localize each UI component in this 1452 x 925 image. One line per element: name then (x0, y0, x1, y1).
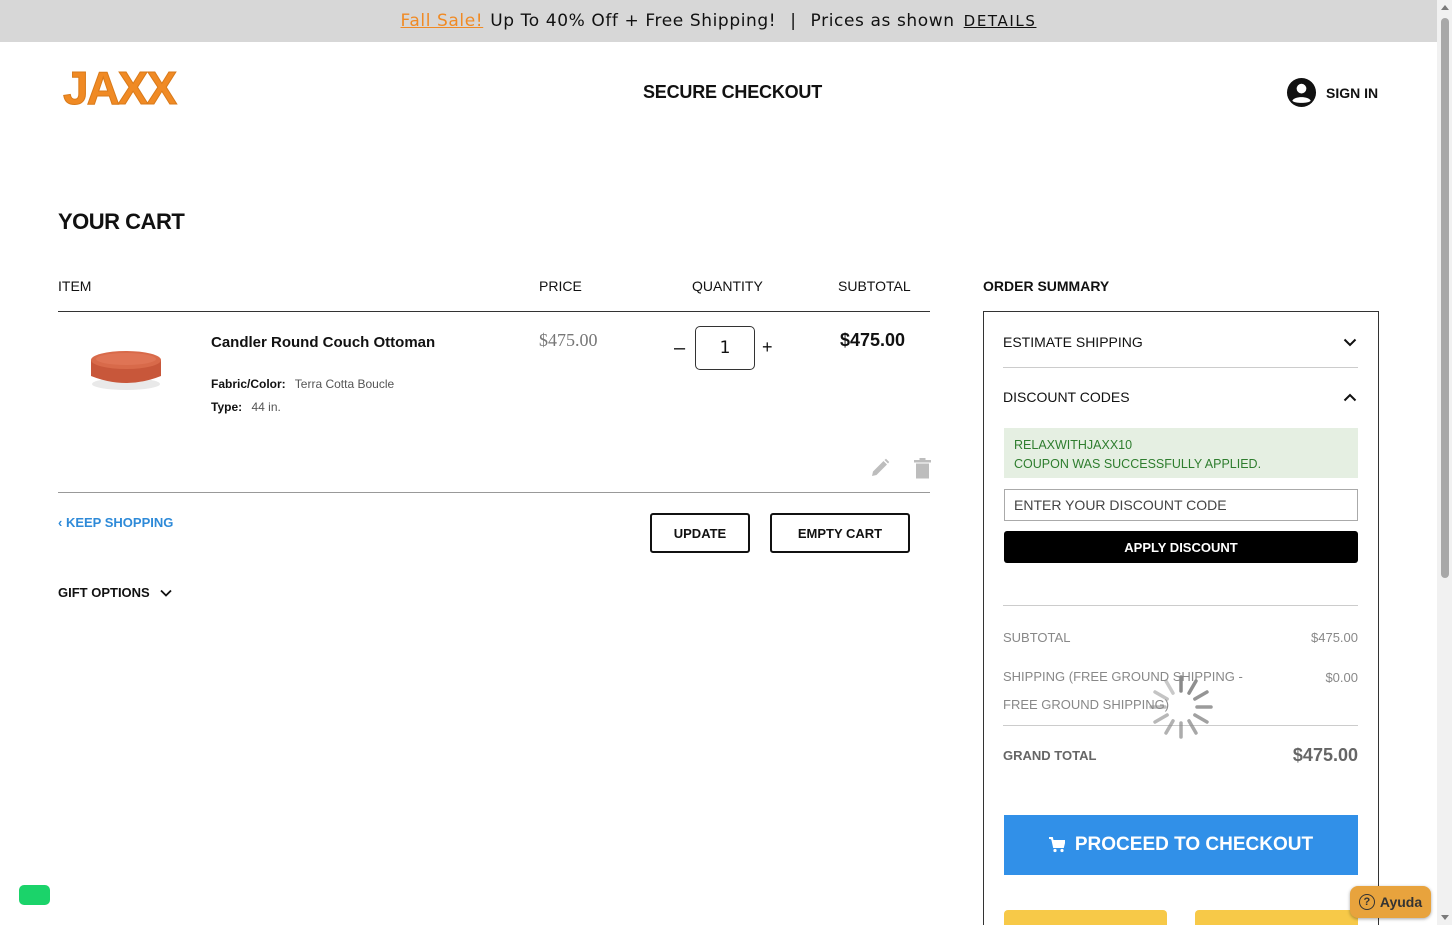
col-header-subtotal: SUBTOTAL (838, 278, 911, 294)
page-scrollbar[interactable] (1437, 0, 1452, 925)
discount-code-input[interactable] (1004, 489, 1358, 521)
jaxx-logo[interactable]: JAXX (63, 64, 213, 114)
fabric-value: Terra Cotta Boucle (294, 377, 395, 391)
type-value: 44 in. (251, 400, 281, 414)
promo-offer-text: Up To 40% Off + Free Shipping! (490, 11, 777, 31)
fabric-label: Fabric/Color: (211, 377, 286, 391)
express-checkout-button-1[interactable] (1004, 910, 1167, 925)
estimate-shipping-label: ESTIMATE SHIPPING (1003, 334, 1143, 350)
col-header-quantity: QUANTITY (692, 278, 763, 294)
chevron-down-icon (160, 589, 172, 597)
edit-pencil-icon[interactable] (870, 458, 890, 478)
estimate-shipping-toggle[interactable]: ESTIMATE SHIPPING (1003, 334, 1357, 350)
cart-icon (1048, 837, 1065, 853)
fall-sale-link[interactable]: Fall Sale! (401, 11, 484, 31)
product-image[interactable] (88, 344, 164, 394)
scrollbar-thumb[interactable] (1441, 18, 1449, 578)
proceed-to-checkout-button[interactable]: PROCEED TO CHECKOUT (1004, 815, 1358, 875)
gift-options-toggle[interactable]: GIFT OPTIONS (58, 585, 172, 600)
prices-note: Prices as shown (810, 11, 955, 31)
loading-spinner-icon (1149, 675, 1213, 739)
logo-text: JAXX (63, 64, 177, 114)
chevron-left-icon: ‹ (58, 515, 66, 530)
update-cart-button[interactable]: UPDATE (650, 513, 750, 553)
proceed-label: PROCEED TO CHECKOUT (1074, 834, 1314, 855)
question-icon: ? (1358, 894, 1375, 910)
account-icon (1286, 77, 1317, 108)
grand-total-label: GRAND TOTAL (1003, 748, 1097, 763)
chat-widget-button[interactable] (19, 885, 50, 905)
delete-trash-icon[interactable] (914, 458, 931, 479)
product-name-link[interactable]: Candler Round Couch Ottoman (211, 334, 435, 351)
discount-codes-toggle[interactable]: DISCOUNT CODES (1003, 389, 1357, 405)
help-button[interactable]: ? Ayuda (1350, 886, 1431, 918)
coupon-applied-text: COUPON WAS SUCCESSFULLY APPLIED. (1014, 457, 1262, 471)
item-price: $475.00 (539, 330, 598, 350)
type-label: Type: (211, 400, 243, 414)
details-link[interactable]: DETAILS (964, 12, 1037, 30)
summary-divider (1003, 367, 1358, 368)
empty-cart-button[interactable]: EMPTY CART (770, 513, 910, 553)
promo-banner: Fall Sale! Up To 40% Off + Free Shipping… (0, 0, 1437, 42)
summary-divider (1003, 605, 1358, 606)
qty-decrease-button[interactable]: – (674, 337, 685, 360)
subtotal-value: $475.00 (1311, 630, 1358, 645)
quantity-input[interactable]: 1 (695, 326, 755, 370)
col-header-price: PRICE (539, 278, 582, 294)
applied-coupon-code: RELAXWITHJAXX10 (1014, 438, 1133, 452)
sign-in-button[interactable]: SIGN IN (1286, 77, 1378, 108)
subtotal-label: SUBTOTAL (1003, 630, 1071, 645)
scroll-down-arrow-icon[interactable] (1441, 915, 1449, 920)
keep-shopping-label: KEEP SHOPPING (65, 515, 174, 530)
chevron-up-icon (1343, 393, 1357, 402)
grand-total-value: $475.00 (1292, 745, 1358, 765)
summary-subtotal-row: SUBTOTAL $475.00 (1003, 630, 1358, 645)
coupon-success-message: RELAXWITHJAXX10 COUPON WAS SUCCESSFULLY … (1004, 428, 1358, 478)
keep-shopping-link[interactable]: ‹ KEEP SHOPPING (58, 515, 173, 530)
table-header-divider (58, 311, 930, 312)
express-checkout-button-2[interactable] (1195, 910, 1358, 925)
sign-in-label: SIGN IN (1326, 84, 1379, 101)
item-subtotal: $475.00 (840, 330, 906, 350)
cart-title: YOUR CART (58, 209, 185, 234)
item-row-divider (58, 492, 930, 493)
shipping-value: $0.00 (1325, 670, 1358, 685)
order-summary-title: ORDER SUMMARY (983, 278, 1110, 294)
help-label: Ayuda (1379, 894, 1423, 910)
product-fabric-attr: Fabric/Color: Terra Cotta Boucle (211, 377, 394, 391)
gift-options-label: GIFT OPTIONS (58, 585, 150, 600)
scroll-up-arrow-icon[interactable] (1441, 5, 1449, 10)
discount-codes-label: DISCOUNT CODES (1003, 389, 1130, 405)
shipping-label: SHIPPING (FREE GROUND SHIPPING - FREE GR… (1003, 669, 1243, 712)
qty-increase-button[interactable]: + (762, 337, 773, 358)
product-type-attr: Type: 44 in. (211, 400, 281, 414)
page-title: SECURE CHECKOUT (643, 82, 823, 102)
promo-separator: | (790, 11, 797, 31)
chevron-down-icon (1343, 338, 1357, 347)
col-header-item: ITEM (58, 278, 92, 294)
apply-discount-button[interactable]: APPLY DISCOUNT (1004, 531, 1358, 563)
